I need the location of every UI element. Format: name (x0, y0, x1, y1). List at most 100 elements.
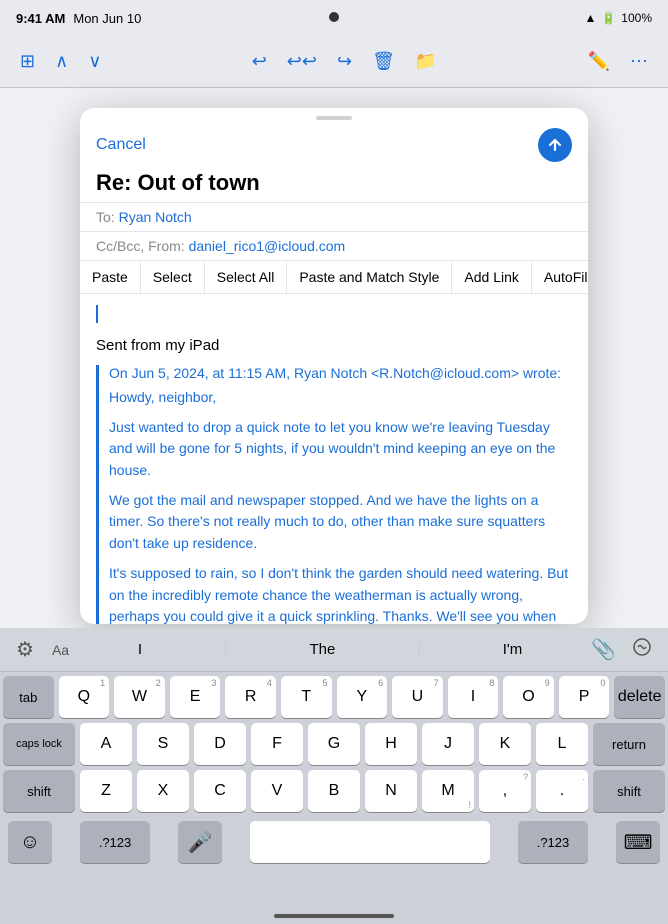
key-f[interactable]: F (251, 723, 303, 765)
key-e[interactable]: 3E (170, 676, 221, 718)
autofill-button[interactable]: AutoFill (532, 261, 588, 293)
right-shift-key[interactable]: shift (593, 770, 665, 812)
tab-key[interactable]: tab (3, 676, 54, 718)
key-x[interactable]: X (137, 770, 189, 812)
keyboard-settings-button[interactable]: ⚙ (10, 633, 40, 666)
keyboard-row-1: tab 1Q 2W 3E 4R 5T 6Y 7U 8I 9O 0P delete (3, 676, 665, 718)
delete-key[interactable]: delete (614, 676, 665, 718)
key-w[interactable]: 2W (114, 676, 165, 718)
trash-button[interactable]: 🗑 (364, 45, 403, 78)
key-g[interactable]: G (308, 723, 360, 765)
signature-text: Sent from my iPad (96, 335, 572, 358)
key-a[interactable]: A (80, 723, 132, 765)
cursor-area (96, 304, 572, 327)
main-toolbar: ⊞ ∧ ∨ ↩ ↩↩ ↪ 🗑 📁 ✏️ ⋯ (0, 36, 668, 88)
compose-sheet: Cancel Re: Out of town To: Ryan Notch Cc… (80, 108, 588, 624)
send-icon (547, 137, 563, 153)
sidebar-toggle-button[interactable]: ⊞ (12, 45, 43, 78)
caps-lock-key[interactable]: caps lock (3, 723, 75, 765)
key-d[interactable]: D (194, 723, 246, 765)
key-o[interactable]: 9O (503, 676, 554, 718)
key-c[interactable]: C (194, 770, 246, 812)
compose-button[interactable]: ✏️ (580, 45, 618, 78)
next-message-button[interactable]: ∨ (80, 45, 109, 78)
scribble-button[interactable] (626, 633, 658, 667)
more-button[interactable]: ⋯ (622, 45, 656, 78)
key-l[interactable]: L (536, 723, 588, 765)
forward-button[interactable]: ↪ (329, 45, 360, 78)
reply-all-button[interactable]: ↩↩ (279, 45, 325, 78)
cc-bcc-label: Cc/Bcc, From: (96, 238, 185, 254)
prev-message-button[interactable]: ∧ (47, 45, 76, 78)
paste-match-style-button[interactable]: Paste and Match Style (287, 261, 452, 293)
quoted-header: On Jun 5, 2024, at 11:15 AM, Ryan Notch … (109, 365, 572, 381)
key-period[interactable]: .. (536, 770, 588, 812)
keyboard-bottom-bar: ☺ .?123 🎤 .?123 ⌨ (0, 817, 668, 867)
key-h[interactable]: H (365, 723, 417, 765)
prediction-1[interactable]: I (126, 639, 154, 660)
send-button[interactable] (538, 128, 572, 162)
key-j[interactable]: J (422, 723, 474, 765)
wifi-icon: ▲ (584, 11, 596, 25)
num-sym-label-right: .?123 (537, 835, 570, 850)
to-field-row: To: Ryan Notch (80, 202, 588, 231)
keyboard-dismiss-button[interactable]: ⌨ (616, 821, 660, 863)
attachment-button[interactable]: 📎 (585, 633, 622, 667)
emoji-icon: ☺ (20, 831, 40, 854)
keyboard-dismiss-icon: ⌨ (624, 830, 653, 855)
key-comma[interactable]: ,? (479, 770, 531, 812)
folder-button[interactable]: 📁 (407, 45, 445, 78)
key-k[interactable]: K (479, 723, 531, 765)
drag-handle (316, 116, 352, 120)
key-u[interactable]: 7U (392, 676, 443, 718)
to-value[interactable]: Ryan Notch (119, 209, 192, 225)
cc-bcc-field-row: Cc/Bcc, From: daniel_rico1@icloud.com (80, 231, 588, 260)
quoted-paragraph-2: Just wanted to drop a quick note to let … (109, 417, 572, 482)
quoted-block: On Jun 5, 2024, at 11:15 AM, Ryan Notch … (96, 365, 572, 624)
key-m[interactable]: M! (422, 770, 474, 812)
compose-body[interactable]: Sent from my iPad On Jun 5, 2024, at 11:… (80, 294, 588, 624)
num-sym-key-left[interactable]: .?123 (80, 821, 150, 863)
key-z[interactable]: Z (80, 770, 132, 812)
cc-bcc-value[interactable]: daniel_rico1@icloud.com (189, 238, 346, 254)
font-size-button[interactable]: Aa (46, 638, 75, 662)
key-s[interactable]: S (137, 723, 189, 765)
key-n[interactable]: N (365, 770, 417, 812)
keyboard-top-right: 📎 (585, 633, 658, 667)
status-icons: ▲ 🔋 100% (584, 11, 652, 25)
keyboard: ⚙ Aa I | The | I'm 📎 tab 1Q 2W 3E 4 (0, 628, 668, 924)
select-all-button[interactable]: Select All (205, 261, 288, 293)
battery-icon: 🔋 (601, 11, 616, 25)
key-b[interactable]: B (308, 770, 360, 812)
prediction-3[interactable]: I'm (491, 639, 535, 660)
paste-button[interactable]: Paste (80, 261, 141, 293)
select-button[interactable]: Select (141, 261, 205, 293)
keyboard-row-3: shift Z X C V B N M! ,? .. shift (3, 770, 665, 812)
prediction-2[interactable]: The (297, 639, 347, 660)
key-p[interactable]: 0P (559, 676, 610, 718)
return-key[interactable]: return (593, 723, 665, 765)
quoted-paragraph-3: We got the mail and newspaper stopped. A… (109, 490, 572, 555)
key-v[interactable]: V (251, 770, 303, 812)
num-sym-key-right[interactable]: .?123 (518, 821, 588, 863)
scribble-icon (632, 637, 652, 657)
left-shift-key[interactable]: shift (3, 770, 75, 812)
text-cursor (96, 305, 98, 323)
num-sym-label-left: .?123 (99, 835, 132, 850)
home-indicator (274, 914, 394, 918)
subject-line: Re: Out of town (80, 170, 588, 202)
key-i[interactable]: 8I (448, 676, 499, 718)
reply-button[interactable]: ↩ (244, 45, 275, 78)
add-link-button[interactable]: Add Link (452, 261, 531, 293)
key-t[interactable]: 5T (281, 676, 332, 718)
cancel-button[interactable]: Cancel (96, 136, 146, 154)
battery-percent: 100% (621, 11, 652, 25)
to-label: To: (96, 209, 115, 225)
space-key[interactable] (250, 821, 490, 863)
key-y[interactable]: 6Y (337, 676, 388, 718)
status-bar: 9:41 AM Mon Jun 10 ▲ 🔋 100% (0, 0, 668, 36)
mic-key[interactable]: 🎤 (178, 821, 222, 863)
key-q[interactable]: 1Q (59, 676, 110, 718)
key-r[interactable]: 4R (225, 676, 276, 718)
emoji-key[interactable]: ☺ (8, 821, 52, 863)
